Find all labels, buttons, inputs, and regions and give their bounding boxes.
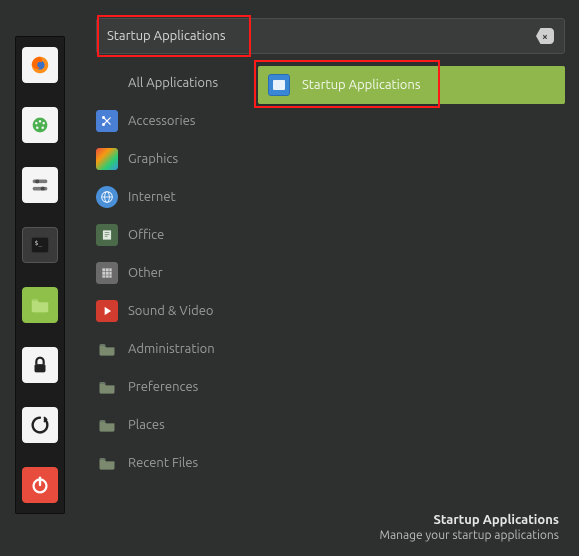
category-label: Accessories: [128, 114, 195, 128]
logout-icon[interactable]: [22, 407, 58, 443]
clear-search-icon[interactable]: ×: [536, 28, 554, 44]
category-label: Preferences: [128, 380, 198, 394]
category-other[interactable]: Other: [96, 254, 254, 292]
favorites-panel: $_: [15, 36, 65, 514]
svg-text:$_: $_: [35, 239, 43, 247]
folder-places-icon: [96, 414, 118, 436]
play-icon: [96, 300, 118, 322]
favorites-column: $_: [0, 0, 80, 556]
folder-recent-icon: [96, 452, 118, 474]
selection-description: Startup Applications Manage your startup…: [88, 513, 565, 542]
description-subtitle: Manage your startup applications: [88, 529, 559, 542]
results-list: Startup Applications: [254, 64, 565, 513]
result-startup-applications[interactable]: Startup Applications: [258, 66, 565, 104]
category-label: Internet: [128, 190, 176, 204]
grid-icon: [96, 262, 118, 284]
category-office[interactable]: Office: [96, 216, 254, 254]
graphics-icon: [96, 148, 118, 170]
category-label: Administration: [128, 342, 215, 356]
category-label: Graphics: [128, 152, 178, 166]
category-places[interactable]: Places: [96, 406, 254, 444]
software-manager-icon[interactable]: [22, 107, 58, 143]
category-administration[interactable]: Administration: [96, 330, 254, 368]
category-list: All Applications Accessories Graphics: [88, 64, 254, 513]
search-input[interactable]: [107, 29, 536, 43]
folder-admin-icon: [96, 338, 118, 360]
category-internet[interactable]: Internet: [96, 178, 254, 216]
category-preferences[interactable]: Preferences: [96, 368, 254, 406]
terminal-icon[interactable]: $_: [22, 227, 58, 263]
category-graphics[interactable]: Graphics: [96, 140, 254, 178]
mint-menu: $_ × All A: [0, 0, 579, 556]
category-label: Office: [128, 228, 164, 242]
category-label: Sound & Video: [128, 304, 214, 318]
firefox-icon[interactable]: [22, 47, 58, 83]
folder-prefs-icon: [96, 376, 118, 398]
files-icon[interactable]: [22, 287, 58, 323]
search-field-container: ×: [96, 18, 565, 54]
result-label: Startup Applications: [302, 78, 420, 92]
menu-panel: × All Applications Accessories Graphics: [80, 0, 579, 556]
description-title: Startup Applications: [88, 513, 559, 527]
category-label: Recent Files: [128, 456, 198, 470]
category-accessories[interactable]: Accessories: [96, 102, 254, 140]
category-sound-video[interactable]: Sound & Video: [96, 292, 254, 330]
category-all-applications[interactable]: All Applications: [96, 64, 254, 102]
startup-applications-icon: [268, 74, 290, 96]
category-label: Other: [128, 266, 163, 280]
shutdown-icon[interactable]: [22, 467, 58, 503]
globe-icon: [96, 186, 118, 208]
category-label: Places: [128, 418, 165, 432]
empty-icon: [96, 72, 118, 94]
category-label: All Applications: [128, 76, 218, 90]
office-icon: [96, 224, 118, 246]
settings-icon[interactable]: [22, 167, 58, 203]
scissors-icon: [96, 110, 118, 132]
lock-screen-icon[interactable]: [22, 347, 58, 383]
category-recent-files[interactable]: Recent Files: [96, 444, 254, 482]
menu-columns: All Applications Accessories Graphics: [88, 64, 565, 513]
